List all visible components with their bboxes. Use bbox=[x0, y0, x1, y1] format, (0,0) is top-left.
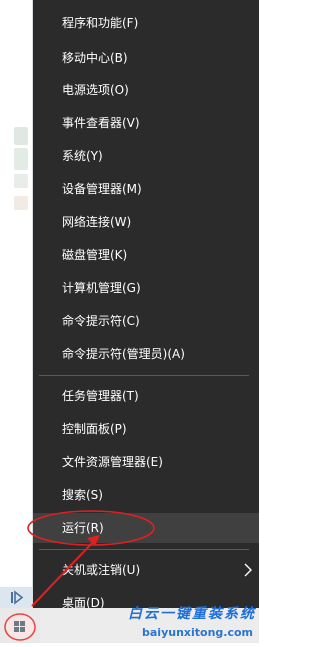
annotation-arrow-icon bbox=[31, 539, 96, 607]
watermark: 白云一键重装系统 baiyunxitong.com bbox=[110, 603, 259, 643]
annotation-overlay bbox=[27, 510, 155, 607]
watermark-title: 白云一键重装系统 bbox=[128, 606, 256, 622]
watermark-url: baiyunxitong.com bbox=[142, 626, 254, 639]
